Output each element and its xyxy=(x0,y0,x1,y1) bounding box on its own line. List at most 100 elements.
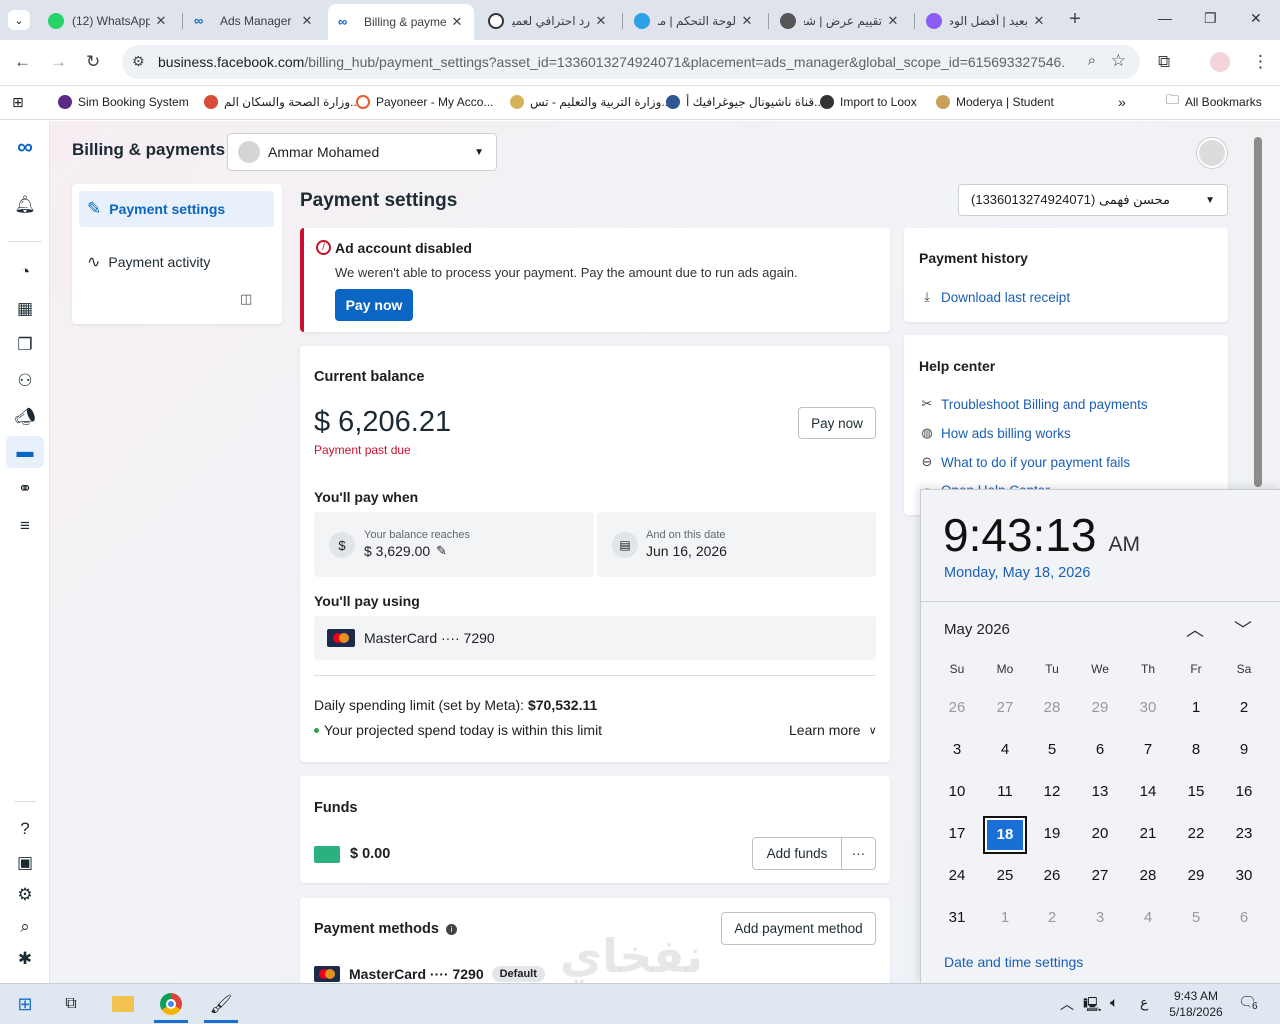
funds-more-button[interactable]: ··· xyxy=(841,837,876,870)
bookmark-item[interactable]: Import to Loox xyxy=(820,92,917,112)
calendar-day[interactable]: 2 xyxy=(1224,697,1264,719)
calendar-day[interactable]: 17 xyxy=(937,823,977,845)
network-icon[interactable]: 🖳︎ xyxy=(1083,994,1102,1018)
chevron-up-icon[interactable]: ︿ xyxy=(1186,616,1204,642)
close-icon[interactable]: ✕ xyxy=(450,14,464,30)
add-payment-method-button[interactable]: Add payment method xyxy=(721,912,876,945)
calendar-day[interactable]: 3 xyxy=(937,739,977,761)
search-icon[interactable]: ⌕ xyxy=(13,915,37,939)
calendar-day[interactable]: 4 xyxy=(985,739,1025,761)
close-icon[interactable]: ✕ xyxy=(1032,13,1046,29)
sidebar-item-payment-activity[interactable]: ∿ Payment activity xyxy=(79,244,274,280)
calendar-day[interactable]: 29 xyxy=(1176,865,1216,887)
notifications-icon[interactable]: 🔔︎ xyxy=(13,193,37,217)
calendar-day[interactable]: 26 xyxy=(937,697,977,719)
pages-icon[interactable]: ❐ xyxy=(13,333,37,357)
close-icon[interactable]: ✕ xyxy=(740,13,754,29)
close-icon[interactable]: ✕ xyxy=(300,13,314,29)
bookmark-item[interactable]: وزارة التربية والتعليم - تس... xyxy=(510,92,671,112)
add-funds-button[interactable]: Add funds xyxy=(752,837,842,870)
all-bookmarks[interactable]: 🗀 All Bookmarks xyxy=(1166,92,1262,112)
tab-search-icon[interactable]: ⌄ xyxy=(8,10,30,30)
calendar-day[interactable]: 26 xyxy=(1032,865,1072,887)
edit-pencil-icon[interactable]: ✎ xyxy=(436,543,447,559)
debug-icon[interactable]: ✱ xyxy=(13,947,37,971)
help-link[interactable]: ✂ Troubleshoot Billing and payments xyxy=(919,396,1148,412)
zoom-icon[interactable]: ⌕ xyxy=(1088,52,1096,69)
all-tools-icon[interactable]: ≡ xyxy=(13,514,37,538)
calendar-day[interactable]: 10 xyxy=(937,781,977,803)
paint-icon[interactable]: 🖌︎ xyxy=(202,989,240,1023)
calendar-day-today[interactable]: 18 xyxy=(983,816,1027,854)
calendar-day[interactable]: 27 xyxy=(1080,865,1120,887)
tab-chatgpt[interactable]: رد احترافي لعميل ✕ xyxy=(478,6,618,36)
calendar-day[interactable]: 2 xyxy=(1032,907,1072,929)
calendar-day[interactable]: 31 xyxy=(937,907,977,929)
reload-icon[interactable]: ↻ xyxy=(86,52,100,72)
calendar-day[interactable]: 16 xyxy=(1224,781,1264,803)
chevron-down-icon[interactable]: ﹀ xyxy=(1234,616,1252,642)
meta-logo-icon[interactable]: ∞ xyxy=(13,134,37,159)
calendar-day[interactable]: 3 xyxy=(1080,907,1120,929)
calendar-day[interactable]: 30 xyxy=(1128,697,1168,719)
calendar-day[interactable]: 12 xyxy=(1032,781,1072,803)
account-selector[interactable]: Ammar Mohamed ▼ xyxy=(227,133,497,171)
calendar-day[interactable]: 14 xyxy=(1128,781,1168,803)
close-window-icon[interactable]: ✕ xyxy=(1250,10,1262,27)
scroll-thumb[interactable] xyxy=(1254,137,1262,487)
url-bar[interactable]: ⚙ business.facebook.com/billing_hub/paym… xyxy=(122,45,1140,79)
calendar-day[interactable]: 22 xyxy=(1176,823,1216,845)
campaign-icon[interactable]: 📣︎ xyxy=(13,405,37,429)
calendar-day[interactable]: 7 xyxy=(1128,739,1168,761)
calendar-month-label[interactable]: May 2026 xyxy=(944,621,1010,638)
tab-baaeed[interactable]: بعيد | أفضل الوظا ✕ xyxy=(916,6,1056,36)
sidebar-item-payment-settings[interactable]: ✎ Payment settings xyxy=(79,191,274,227)
calendar-day[interactable]: 15 xyxy=(1176,781,1216,803)
calendar-day[interactable]: 8 xyxy=(1176,739,1216,761)
calendar-day[interactable]: 23 xyxy=(1224,823,1264,845)
close-icon[interactable]: ✕ xyxy=(886,13,900,29)
pay-now-button[interactable]: Pay now xyxy=(335,289,413,321)
calendar-day[interactable]: 13 xyxy=(1080,781,1120,803)
settings-icon[interactable]: ⚙ xyxy=(13,883,37,907)
taskbar-clock[interactable]: 9:43 AM 5/18/2026 xyxy=(1160,988,1232,1020)
calendar-day[interactable]: 11 xyxy=(985,781,1025,803)
calendar-day[interactable]: 1 xyxy=(985,907,1025,929)
calendar-day[interactable]: 4 xyxy=(1128,907,1168,929)
calendar-day[interactable]: 28 xyxy=(1032,697,1072,719)
help-link[interactable]: ⊖ What to do if your payment fails xyxy=(919,454,1131,470)
download-receipt-link[interactable]: ⤓ Download last receipt xyxy=(919,289,1070,305)
calendar-day[interactable]: 25 xyxy=(985,865,1025,887)
tray-chevron-icon[interactable]: ︿ xyxy=(1060,994,1074,1014)
back-icon[interactable]: ← xyxy=(14,52,31,72)
clock-date-link[interactable]: Monday, May 18, 2026 xyxy=(944,565,1090,581)
calendar-day[interactable]: 5 xyxy=(1032,739,1072,761)
bookmark-item[interactable]: Payoneer - My Acco... xyxy=(356,92,493,112)
calendar-day[interactable]: 24 xyxy=(937,865,977,887)
minimize-icon[interactable]: — xyxy=(1158,10,1172,26)
calendar-day[interactable]: 30 xyxy=(1224,865,1264,887)
user-avatar[interactable] xyxy=(1197,138,1227,168)
forward-icon[interactable]: → xyxy=(50,52,67,72)
bookmark-item[interactable]: Sim Booking System xyxy=(58,92,189,112)
calendar-day[interactable]: 19 xyxy=(1032,823,1072,845)
new-tab-icon[interactable]: + xyxy=(1064,8,1086,30)
close-icon[interactable]: ✕ xyxy=(154,13,168,29)
info-icon[interactable]: i xyxy=(445,923,457,935)
tab-shaghal[interactable]: تقييم عرض | شغل ✕ xyxy=(770,6,910,36)
calendar-day[interactable]: 28 xyxy=(1128,865,1168,887)
close-icon[interactable]: ✕ xyxy=(594,13,608,29)
calendar-day[interactable]: 20 xyxy=(1080,823,1120,845)
chrome-icon[interactable] xyxy=(152,989,190,1023)
site-info-icon[interactable]: ⚙ xyxy=(132,53,145,70)
tab-whatsapp[interactable]: (12) WhatsApp ✕ xyxy=(38,6,178,36)
maximize-icon[interactable]: ❐ xyxy=(1204,10,1217,27)
bookmark-star-icon[interactable]: ☆ xyxy=(1111,51,1126,71)
volume-icon[interactable]: 🔈︎ xyxy=(1110,994,1118,1011)
calendar-day[interactable]: 5 xyxy=(1176,907,1216,929)
file-explorer-icon[interactable] xyxy=(104,989,142,1019)
bookmark-item[interactable]: وزارة الصحة والسكان الم... xyxy=(204,92,360,112)
pay-now-secondary-button[interactable]: Pay now xyxy=(798,407,876,439)
calendar-day[interactable]: 21 xyxy=(1128,823,1168,845)
extensions-icon[interactable]: ⧉ xyxy=(1158,52,1170,72)
